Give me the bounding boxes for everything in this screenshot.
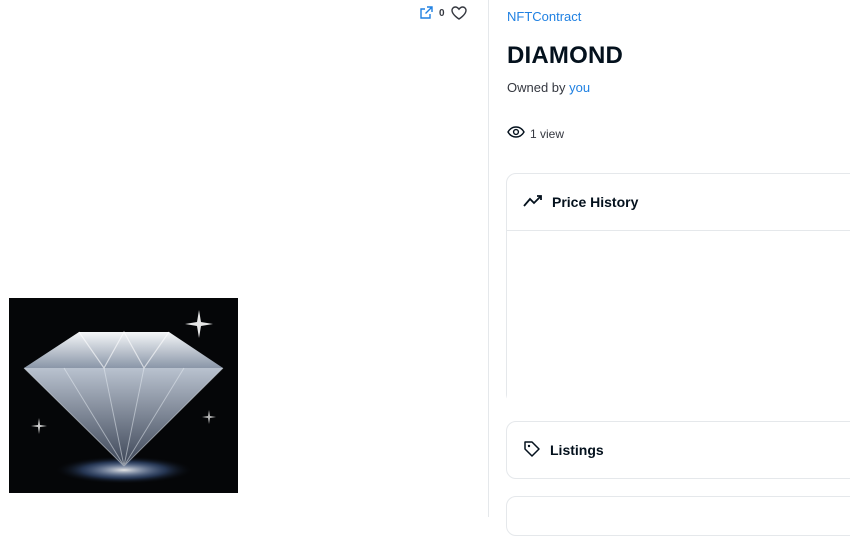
listings-header[interactable]: Listings — [507, 422, 850, 478]
owner-line: Owned by you — [507, 80, 590, 95]
heart-icon[interactable] — [450, 6, 467, 20]
nft-image[interactable] — [9, 298, 238, 493]
trend-line-icon — [523, 194, 543, 211]
view-count: 1 view — [507, 126, 564, 141]
owner-prefix: Owned by — [507, 80, 566, 95]
view-count-label: 1 view — [530, 126, 565, 141]
price-history-header[interactable]: Price History — [507, 174, 850, 230]
nft-title: DIAMOND — [507, 42, 624, 69]
pane-divider — [488, 0, 489, 517]
collection-link[interactable]: NFTContract — [507, 9, 581, 24]
tag-icon — [523, 440, 541, 461]
collapsed-panel[interactable] — [506, 496, 850, 536]
listings-panel: Listings — [506, 421, 850, 479]
favorite-count: 0 — [439, 7, 445, 19]
media-actions: 0 — [419, 6, 467, 20]
price-history-chart-area — [507, 230, 850, 404]
listings-title: Listings — [550, 442, 604, 458]
price-history-panel: Price History — [506, 173, 850, 404]
owner-link[interactable]: you — [569, 80, 590, 95]
external-link-icon[interactable] — [419, 6, 433, 20]
media-pane: 0 — [0, 0, 488, 517]
details-pane: NFTContract DIAMOND Owned by you 1 view … — [506, 0, 850, 536]
eye-icon — [507, 126, 525, 141]
price-history-title: Price History — [552, 194, 639, 210]
